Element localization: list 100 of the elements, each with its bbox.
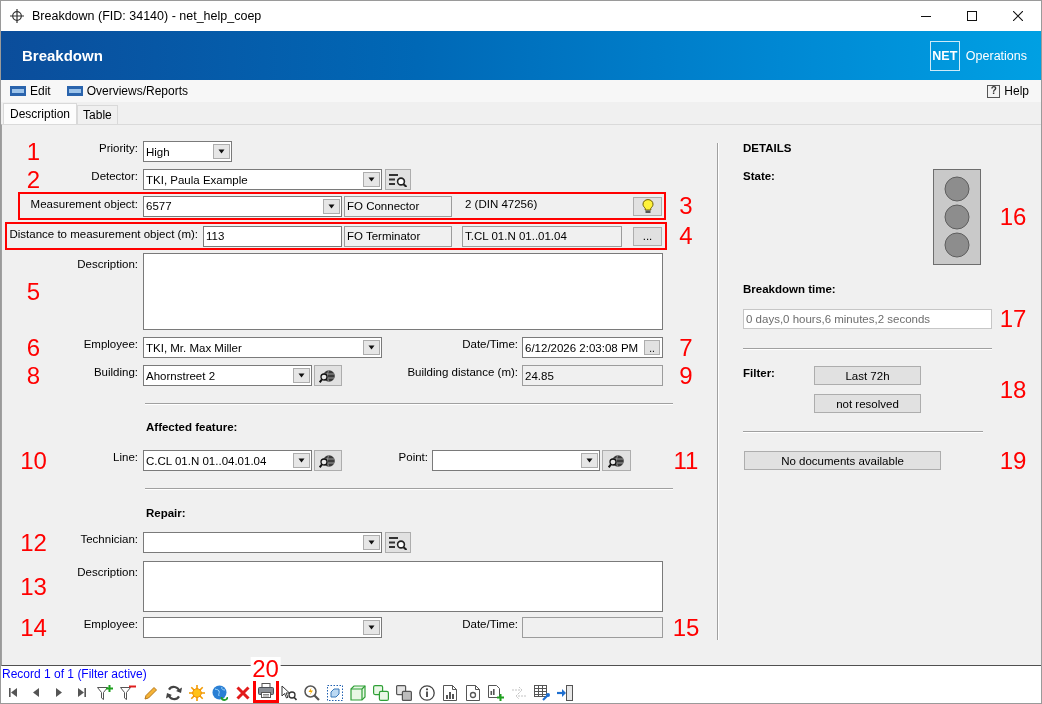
date-time-field[interactable]: 6/12/2026 2:03:08 PM .. bbox=[522, 337, 663, 358]
field-label: Distance to measurement object (m): bbox=[9, 228, 198, 240]
cross-icon bbox=[235, 685, 250, 700]
field-label: Description: bbox=[77, 258, 138, 270]
employee-dropdown[interactable]: TKI, Mr. Max Miller bbox=[143, 337, 382, 358]
callout-number: 20 bbox=[250, 657, 281, 681]
exit-door-icon bbox=[556, 684, 573, 701]
menu-item[interactable]: Edit bbox=[10, 81, 51, 101]
search-button[interactable] bbox=[385, 532, 411, 553]
callout-number: 13 bbox=[20, 574, 47, 599]
field-label: Point: bbox=[398, 451, 428, 463]
window-title: Breakdown (FID: 34140) - net_help_coep bbox=[32, 9, 262, 23]
description-field[interactable] bbox=[143, 253, 663, 330]
globe-search-icon bbox=[319, 453, 337, 468]
menu-item[interactable]: Overviews/Reports bbox=[66, 81, 189, 101]
previous-icon bbox=[32, 688, 39, 697]
info-text: 2 (DIN 47256) bbox=[465, 198, 538, 210]
logo-icon bbox=[10, 86, 26, 96]
callout-number: 17 bbox=[999, 307, 1027, 331]
callout-number: 7 bbox=[679, 335, 693, 360]
filter-button[interactable]: Last 72h bbox=[814, 366, 921, 385]
field-label: Date/Time: bbox=[462, 338, 518, 350]
technician-dropdown[interactable] bbox=[143, 532, 382, 553]
field-label: Description: bbox=[77, 566, 138, 578]
lightbulb-icon bbox=[641, 199, 654, 213]
field-label: Date/Time: bbox=[462, 618, 518, 630]
maximize-icon bbox=[967, 11, 977, 21]
building-dropdown[interactable]: Ahornstreet 2 bbox=[143, 365, 312, 386]
search-button[interactable] bbox=[385, 169, 411, 190]
callout-number: 9 bbox=[679, 363, 693, 388]
callout-number: 5 bbox=[26, 279, 41, 304]
tab[interactable]: Table bbox=[77, 105, 118, 124]
tab[interactable]: Description bbox=[3, 103, 78, 124]
field-label: Building distance (m): bbox=[407, 366, 518, 378]
reference-field[interactable]: T.CL 01.N 01..01.04 bbox=[462, 225, 622, 247]
callout-number: 15 bbox=[672, 615, 700, 640]
field-label: Employee: bbox=[83, 338, 138, 350]
minimize-icon bbox=[921, 15, 931, 17]
distance-field[interactable]: 113 bbox=[203, 225, 342, 247]
field-label: Line: bbox=[113, 451, 138, 463]
filter-button[interactable]: not resolved bbox=[814, 394, 921, 413]
locate-button[interactable] bbox=[314, 365, 342, 386]
callout-number: 11 bbox=[673, 448, 699, 473]
object-type-field[interactable]: FO Terminator bbox=[344, 225, 452, 247]
field-label: Building: bbox=[93, 366, 138, 378]
product-name: Operations bbox=[965, 48, 1027, 63]
skip-first-icon bbox=[8, 688, 17, 697]
help-icon: ? bbox=[987, 84, 1001, 98]
field-label: Breakdown time: bbox=[743, 282, 836, 296]
logo-icon bbox=[66, 86, 83, 96]
crosshair-icon bbox=[10, 9, 24, 23]
detector-dropdown[interactable]: TKI, Paula Example bbox=[143, 169, 382, 190]
callout-number: 6 bbox=[26, 335, 41, 360]
callout-number: 4 bbox=[679, 224, 693, 248]
callout-number: 14 bbox=[20, 615, 47, 640]
callout-number: 10 bbox=[20, 448, 47, 473]
callout-number: 8 bbox=[26, 363, 41, 388]
object-type-field[interactable]: FO Connector bbox=[344, 195, 452, 217]
filter-plus-icon bbox=[96, 685, 113, 700]
section-heading: Repair: bbox=[146, 506, 186, 520]
documents-button[interactable]: No documents available bbox=[744, 451, 941, 470]
description-field[interactable] bbox=[143, 561, 663, 612]
locate-button[interactable] bbox=[314, 450, 342, 471]
locate-button[interactable] bbox=[602, 450, 631, 471]
callout-number: 12 bbox=[20, 530, 47, 555]
callout-number: 18 bbox=[999, 377, 1027, 402]
globe-search-icon bbox=[319, 368, 337, 383]
field-label: Priority: bbox=[99, 142, 138, 154]
callout-number: 19 bbox=[999, 448, 1027, 473]
employee-dropdown[interactable] bbox=[143, 617, 382, 638]
priority-dropdown[interactable]: High bbox=[143, 141, 232, 162]
skip-last-icon bbox=[77, 688, 86, 697]
more-button[interactable]: ... bbox=[633, 226, 662, 246]
field-label: Measurement object: bbox=[30, 198, 138, 210]
field-label: Technician: bbox=[80, 533, 138, 545]
field-label: Employee: bbox=[83, 618, 138, 630]
measurement-object-dropdown[interactable]: 6577 bbox=[143, 195, 342, 217]
logo: NET bbox=[929, 40, 960, 71]
section-heading: Affected feature: bbox=[146, 420, 238, 434]
lightbulb-button[interactable] bbox=[633, 196, 662, 216]
help-button[interactable]: ? Help bbox=[987, 81, 1029, 101]
field-label: Filter: bbox=[743, 367, 775, 379]
record-status: Record 1 of 1 (Filter active) bbox=[2, 667, 147, 681]
globe-icon bbox=[211, 684, 228, 701]
close-icon bbox=[1013, 11, 1023, 21]
field-label: Detector: bbox=[91, 170, 138, 182]
line-dropdown[interactable]: C.CL 01.N 01..04.01.04 bbox=[143, 450, 312, 471]
point-dropdown[interactable] bbox=[432, 450, 600, 471]
list-search-icon bbox=[389, 535, 407, 550]
next-icon bbox=[55, 688, 62, 697]
cube-icon bbox=[349, 684, 366, 701]
callout-number: 1 bbox=[26, 139, 41, 164]
building-distance-field[interactable]: 24.85 bbox=[522, 365, 663, 386]
date-picker-button[interactable]: .. bbox=[644, 340, 660, 355]
refresh-icon bbox=[165, 684, 182, 701]
sun-icon bbox=[188, 684, 205, 701]
callout-number: 3 bbox=[679, 194, 693, 218]
list-search-icon bbox=[389, 172, 407, 187]
callout-number: 16 bbox=[999, 205, 1027, 229]
date-time-field[interactable] bbox=[522, 617, 663, 638]
